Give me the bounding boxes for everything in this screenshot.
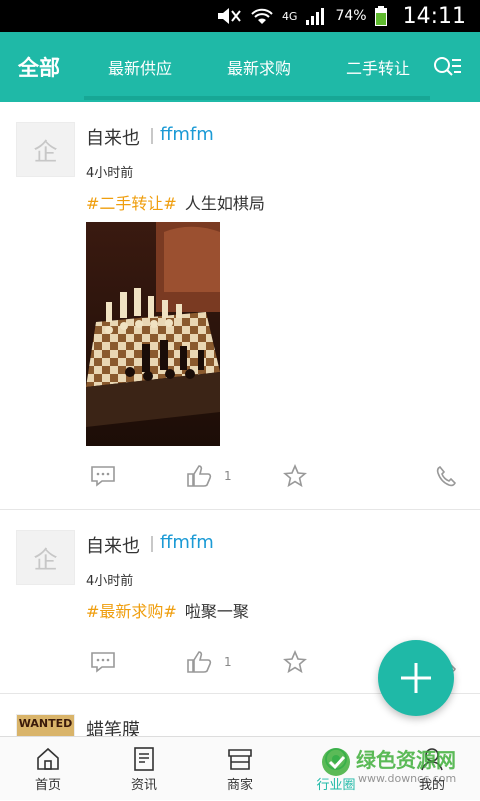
star-icon[interactable] [282,460,308,492]
nav-profile[interactable]: 我的 [384,737,480,801]
company-name[interactable]: ffmfm [160,532,214,553]
comment-icon[interactable] [90,460,116,492]
avatar[interactable]: WANTED [16,714,75,736]
avatar-wanted-text: WANTED [18,717,73,730]
news-icon [134,746,154,771]
post-actions: 1 [0,460,480,492]
user-name[interactable]: 蜡笔膜 [86,716,140,736]
post-image-chess[interactable] [86,222,220,446]
category-tabbar: 全部 最新供应 最新求购 二手转让 [0,32,480,102]
tab-second-hand[interactable]: 二手转让 [346,32,410,102]
tab-all[interactable]: 全部 [18,32,60,102]
like-button[interactable]: 1 [186,646,232,678]
nav-profile-label: 我的 [418,777,445,793]
user-name[interactable]: 自来也 [86,124,140,150]
plus-icon [401,663,431,693]
network-label: 4G [281,9,298,23]
nav-industry-circle[interactable]: 行业圈 [288,737,384,801]
like-button[interactable]: 1 [186,460,232,492]
nav-store-label: 商家 [226,777,253,793]
tab-latest-purchase[interactable]: 最新求购 [227,32,291,102]
comment-icon[interactable] [90,646,116,678]
nav-news-label: 资讯 [130,777,157,793]
user-name[interactable]: 自来也 [86,532,140,558]
nav-news[interactable]: 资讯 [96,737,192,801]
post-tag[interactable]: #最新求购# [86,602,177,621]
like-count: 1 [224,655,232,669]
wifi-icon [250,7,274,25]
company-name[interactable]: ffmfm [160,124,214,145]
tab-underline [84,96,430,100]
phone-icon[interactable] [434,460,458,492]
add-post-button[interactable] [378,640,454,716]
signal-icon [305,7,327,25]
battery-icon [374,6,387,26]
avatar[interactable]: 企 [16,122,75,177]
circle-icon [325,747,347,770]
avatar-placeholder-char: 企 [33,546,58,574]
name-separator [151,536,153,552]
battery-percent: 74% [335,8,367,24]
post-text: 啦聚一聚 [184,602,249,621]
nav-store[interactable]: 商家 [192,737,288,801]
post-content: #最新求购# 啦聚一聚 [86,598,249,622]
nav-home-label: 首页 [34,777,61,793]
like-count: 1 [224,469,232,483]
post-time: 4小时前 [86,166,134,181]
store-icon [228,748,252,770]
profile-icon [421,747,443,770]
avatar[interactable]: 企 [16,530,75,585]
post-time: 4小时前 [86,574,134,589]
nav-home[interactable]: 首页 [0,737,96,801]
mute-icon [216,7,242,25]
nav-industry-circle-label: 行业圈 [316,777,356,793]
post-text: 人生如棋局 [184,194,265,213]
avatar-placeholder-char: 企 [33,138,58,166]
name-separator [151,128,153,144]
status-bar: 4G 74% 14:11 [0,0,480,32]
search-filter-icon[interactable] [432,54,462,80]
tab-latest-supply[interactable]: 最新供应 [108,32,172,102]
clock: 14:11 [402,3,466,29]
home-icon [37,747,59,770]
bottom-nav: 首页 资讯 商家 行业圈 我的 [0,736,480,800]
feed-post[interactable]: 企 自来也 ffmfm 4小时前 #二手转让# 人生如棋局 1 [0,102,480,510]
post-tag[interactable]: #二手转让# [86,194,177,213]
star-icon[interactable] [282,646,308,678]
post-content: #二手转让# 人生如棋局 [86,190,265,214]
